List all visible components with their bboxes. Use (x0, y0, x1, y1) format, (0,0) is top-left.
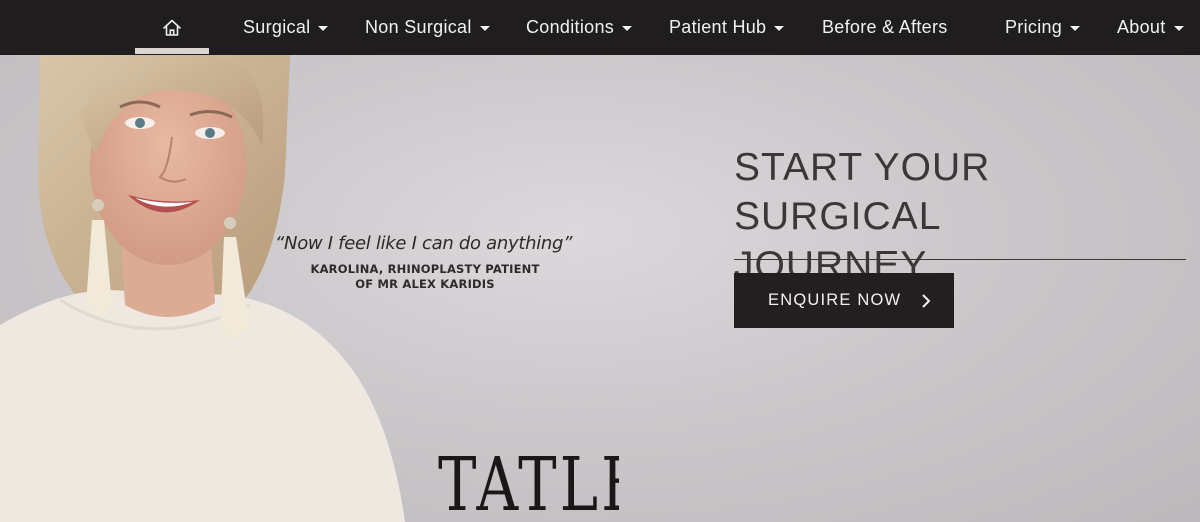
nav-item-label: About (1117, 17, 1166, 37)
caret-down-icon (774, 26, 785, 31)
nav-item-about[interactable]: About (1117, 0, 1184, 55)
nav-item-label: Pricing (1005, 17, 1063, 37)
patient-quote: “Now I feel like I can do anything” (275, 233, 573, 254)
enquire-now-button[interactable]: ENQUIRE NOW (734, 273, 954, 328)
nav-item-label: Patient Hub (669, 17, 767, 37)
headline-divider (734, 259, 1186, 260)
chevron-right-icon (922, 293, 931, 308)
hero-headline: START YOUR SURGICAL JOURNEY (734, 143, 1194, 290)
active-nav-indicator (135, 48, 209, 54)
quote-attribution: KAROLINA, RHINOPLASTY PATIENT OF MR ALEX… (290, 262, 560, 292)
nav-item-before-afters[interactable]: Before & Afters (822, 0, 948, 55)
headline-line-1: START YOUR SURGICAL (734, 146, 991, 238)
hero-banner: “Now I feel like I can do anything” KARO… (0, 55, 1200, 522)
nav-item-patient-hub[interactable]: Patient Hub (669, 0, 785, 55)
nav-item-label: Surgical (243, 17, 311, 37)
nav-item-surgical[interactable]: Surgical (243, 0, 329, 55)
tatler-logo: TATLER (438, 448, 619, 522)
home-link[interactable] (135, 0, 209, 55)
enquire-now-label: ENQUIRE NOW (768, 291, 902, 309)
caret-down-icon (1070, 26, 1081, 31)
attribution-line-1: KAROLINA, RHINOPLASTY PATIENT (310, 262, 540, 276)
nav-item-conditions[interactable]: Conditions (526, 0, 633, 55)
caret-down-icon (479, 26, 490, 31)
caret-down-icon (1173, 26, 1184, 31)
home-icon (163, 19, 181, 36)
caret-down-icon (318, 26, 329, 31)
nav-item-non-surgical[interactable]: Non Surgical (365, 0, 490, 55)
attribution-line-2: OF MR ALEX KARIDIS (355, 277, 495, 291)
main-navigation: Surgical Non Surgical Conditions Patient… (0, 0, 1200, 55)
nav-item-label: Before & Afters (822, 17, 948, 37)
nav-item-label: Conditions (526, 17, 615, 37)
nav-item-pricing[interactable]: Pricing (1005, 0, 1081, 55)
caret-down-icon (622, 26, 633, 31)
nav-item-label: Non Surgical (365, 17, 472, 37)
